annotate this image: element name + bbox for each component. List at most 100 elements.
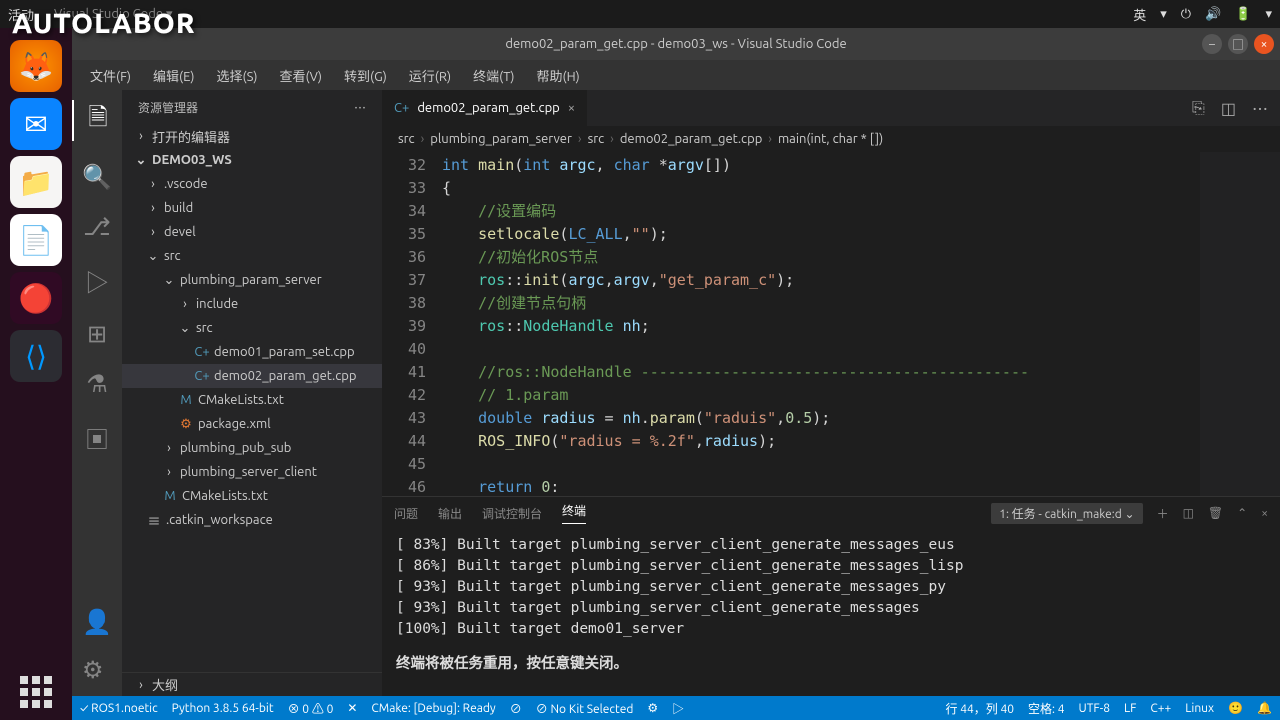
minimap[interactable]	[1200, 152, 1280, 496]
cpp-icon: C+	[394, 101, 409, 115]
folder-row[interactable]: ›plumbing_server_client	[122, 460, 382, 484]
folder-row[interactable]: ›build	[122, 196, 382, 220]
settings-icon[interactable]: ⚙	[82, 656, 112, 684]
status-item[interactable]: Python 3.8.5 64-bit	[172, 702, 274, 715]
menu-item[interactable]: 运行(R)	[399, 62, 461, 89]
extensions-icon[interactable]: ⊞	[87, 320, 107, 348]
breadcrumb-item[interactable]: src	[398, 132, 415, 146]
menu-item[interactable]: 查看(V)	[270, 62, 332, 89]
debug-icon[interactable]: ▷	[85, 263, 109, 298]
breadcrumb-item[interactable]: plumbing_param_server	[430, 132, 572, 146]
split-icon[interactable]: ◫	[1221, 99, 1236, 118]
ime-indicator[interactable]: 英	[1133, 5, 1146, 24]
status-item[interactable]: 🔔	[1257, 701, 1272, 715]
tab-row: C+ demo02_param_get.cpp × ⎘ ◫ ⋯	[382, 90, 1280, 126]
status-item[interactable]: Linux	[1185, 702, 1214, 715]
status-item[interactable]: ✕	[347, 701, 357, 715]
volume-icon[interactable]: 🔊	[1205, 7, 1221, 22]
battery-icon[interactable]: 🔋	[1235, 7, 1251, 22]
panel-tab[interactable]: 输出	[438, 505, 462, 522]
folder-row[interactable]: ›include	[122, 292, 382, 316]
status-item[interactable]: CMake: [Debug]: Ready	[371, 702, 495, 715]
breadcrumb-item[interactable]: main(int, char * [])	[778, 132, 883, 146]
section-open-editors[interactable]: ›打开的编辑器	[122, 124, 382, 148]
scm-icon[interactable]: ⎇	[83, 213, 111, 241]
folder-row[interactable]: ›devel	[122, 220, 382, 244]
panel-max-icon[interactable]: ⌃	[1237, 506, 1247, 520]
status-item[interactable]: ⊘	[510, 700, 522, 717]
run-icon[interactable]: ⎘	[1192, 99, 1205, 118]
folder-row[interactable]: ›.vscode	[122, 172, 382, 196]
status-item[interactable]: 空格: 4	[1028, 700, 1064, 717]
more-actions-icon[interactable]: ⋯	[1252, 96, 1268, 120]
activity-bar: 🗎 🔍 ⎇ ▷ ⊞ ⚗ ▣ 👤 ⚙	[72, 90, 122, 696]
testing-icon[interactable]: ⚗	[86, 370, 108, 398]
status-item[interactable]: ✓ ROS1.noetic	[80, 702, 158, 715]
file-row[interactable]: C+demo02_param_get.cpp	[122, 364, 382, 388]
dock-files[interactable]: 📁	[10, 156, 62, 208]
status-item[interactable]: LF	[1124, 702, 1136, 715]
more-icon[interactable]: ⋯	[354, 99, 366, 116]
status-item[interactable]: 🙂	[1228, 701, 1243, 715]
status-item[interactable]: ⚙	[647, 701, 658, 715]
code-editor[interactable]: 323334353637383940414243444546 int main(…	[382, 152, 1280, 496]
remote-icon[interactable]: ▣	[85, 420, 109, 455]
file-row[interactable]: MCMakeLists.txt	[122, 484, 382, 508]
folder-row[interactable]: ⌄src	[122, 244, 382, 268]
folder-row[interactable]: ›plumbing_pub_sub	[122, 436, 382, 460]
window-title: demo02_param_get.cpp - demo03_ws - Visua…	[505, 37, 846, 51]
panel-tab[interactable]: 调试控制台	[482, 505, 542, 522]
panel-tab[interactable]: 终端	[562, 502, 586, 524]
menu-item[interactable]: 选择(S)	[207, 62, 268, 89]
file-row[interactable]: C+demo01_param_set.cpp	[122, 340, 382, 364]
file-row[interactable]: ≡.catkin_workspace	[122, 508, 382, 532]
panel-close-icon[interactable]: ×	[1261, 507, 1268, 520]
section-workspace[interactable]: ⌄DEMO03_WS	[122, 148, 382, 172]
new-terminal-icon[interactable]: ＋	[1157, 505, 1169, 522]
status-item[interactable]: UTF-8	[1079, 702, 1110, 715]
status-item[interactable]: C++	[1150, 702, 1171, 715]
dock-firefox[interactable]: 🦊	[10, 40, 62, 92]
bottom-panel: 问题输出调试控制台终端 1: 任务 - catkin_make:d ⌄ ＋ ◫ …	[382, 496, 1280, 696]
terminal-output[interactable]: [ 83%] Built target plumbing_server_clie…	[382, 529, 1280, 696]
menu-item[interactable]: 转到(G)	[334, 62, 397, 89]
apps-grid-icon[interactable]	[20, 676, 52, 708]
breadcrumb[interactable]: src›plumbing_param_server›src›demo02_par…	[382, 126, 1280, 152]
folder-row[interactable]: ⌄plumbing_param_server	[122, 268, 382, 292]
close-button[interactable]: ×	[1254, 34, 1274, 54]
explorer-icon[interactable]: 🗎	[72, 100, 122, 141]
panel-tabs: 问题输出调试控制台终端 1: 任务 - catkin_make:d ⌄ ＋ ◫ …	[382, 497, 1280, 529]
minimize-button[interactable]: –	[1202, 34, 1222, 54]
dock-thunderbird[interactable]: ✉	[10, 98, 62, 150]
kill-terminal-icon[interactable]: 🗑	[1208, 506, 1223, 520]
activities-label[interactable]: 活动	[8, 5, 34, 24]
power-icon[interactable]: ▾	[1265, 7, 1272, 22]
maximize-button[interactable]: □	[1228, 34, 1248, 54]
panel-tab[interactable]: 问题	[394, 505, 418, 522]
menu-item[interactable]: 编辑(E)	[143, 62, 204, 89]
menu-item[interactable]: 帮助(H)	[527, 62, 590, 89]
menu-icon[interactable]: ▾	[1160, 7, 1167, 22]
breadcrumb-item[interactable]: demo02_param_get.cpp	[620, 132, 762, 146]
file-row[interactable]: MCMakeLists.txt	[122, 388, 382, 412]
split-terminal-icon[interactable]: ◫	[1183, 506, 1194, 520]
breadcrumb-item[interactable]: src	[588, 132, 605, 146]
status-item[interactable]: ▷	[672, 700, 684, 717]
terminal-select[interactable]: 1: 任务 - catkin_make:d ⌄	[991, 503, 1142, 524]
section-outline[interactable]: ›大纲	[122, 672, 382, 696]
dock-terminal[interactable]: 🔴	[10, 272, 62, 324]
file-row[interactable]: ⚙package.xml	[122, 412, 382, 436]
folder-row[interactable]: ⌄src	[122, 316, 382, 340]
menu-item[interactable]: 终端(T)	[463, 62, 524, 89]
status-item[interactable]: 行 44，列 40	[945, 700, 1014, 717]
tab-active[interactable]: C+ demo02_param_get.cpp ×	[382, 90, 587, 126]
network-icon[interactable]: ⏻	[1181, 7, 1191, 22]
dock-libreoffice[interactable]: 📄	[10, 214, 62, 266]
status-item[interactable]: ⊘ No Kit Selected	[536, 700, 634, 717]
status-item[interactable]: ⊗ 0 ⚠ 0	[288, 700, 334, 717]
menu-item[interactable]: 文件(F)	[80, 62, 141, 89]
account-icon[interactable]: 👤	[82, 608, 112, 636]
dock-vscode[interactable]: ⟨⟩	[10, 330, 62, 382]
search-icon[interactable]: 🔍	[82, 163, 112, 191]
tab-close-icon[interactable]: ×	[568, 101, 575, 115]
